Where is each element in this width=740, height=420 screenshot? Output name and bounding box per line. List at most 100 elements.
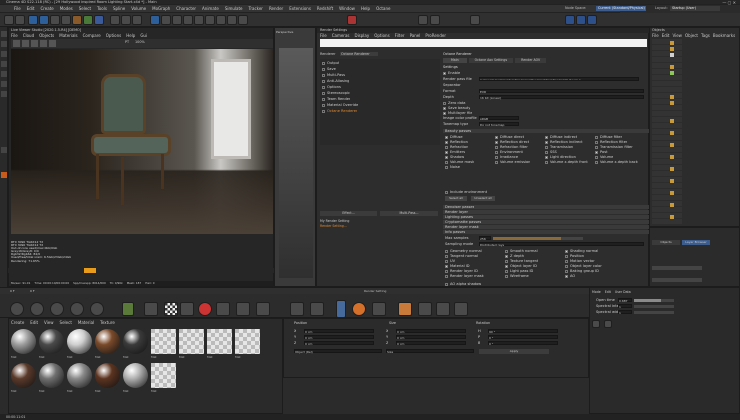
object-tag[interactable]	[670, 203, 674, 207]
menu-spline[interactable]: Spline	[113, 5, 125, 12]
tree-output[interactable]: Output	[322, 61, 339, 65]
pass-diffuse[interactable]: Diffuse	[445, 135, 463, 139]
info-z-depth[interactable]: Z depth	[505, 254, 524, 258]
material-thumbnail[interactable]	[235, 329, 260, 354]
lv-menu-help[interactable]: Help	[126, 33, 135, 38]
lv-menu-materials[interactable]: Materials	[59, 33, 77, 38]
model-mode-icon[interactable]	[1, 41, 7, 47]
play-forward-icon[interactable]	[90, 302, 104, 316]
render-layer-mask-section[interactable]: Render layer mask	[443, 225, 653, 229]
denoiser-section[interactable]: Denoiser passes	[443, 205, 653, 209]
pass-reflection-direct[interactable]: Reflection direct	[495, 140, 529, 144]
render-picture-viewer-icon[interactable]	[121, 15, 131, 25]
hdri-icon[interactable]	[236, 302, 250, 316]
menu-mograph[interactable]: MoGraph	[152, 5, 170, 12]
mat-menu-create[interactable]: Create	[11, 320, 24, 325]
tool-icon[interactable]	[398, 302, 412, 316]
camera-icon[interactable]	[227, 15, 237, 25]
record-icon[interactable]	[10, 302, 24, 316]
tool-icon[interactable]	[418, 302, 432, 316]
spline-pen-icon[interactable]	[161, 15, 171, 25]
info-smooth-normal[interactable]: Smooth normal	[505, 249, 538, 253]
pass-refraction-filter[interactable]: Refraction filter	[495, 145, 528, 149]
mat-menu-texture[interactable]: Texture	[100, 320, 115, 325]
pass-transmission-filter[interactable]: Transmission filter	[595, 145, 633, 149]
tab-aov-settings[interactable]: Octane Aov Settings	[468, 58, 514, 63]
axis-y-icon[interactable]	[83, 15, 93, 25]
mat-menu-material[interactable]: Material	[78, 320, 94, 325]
material-thumbnail[interactable]	[123, 363, 148, 388]
render-pass-file-input[interactable]: C:\Users\User\Desktop\Rendering\RoomLigh…	[479, 77, 639, 81]
material-thumbnail[interactable]	[151, 363, 176, 388]
pause-icon[interactable]	[22, 40, 29, 47]
object-tag[interactable]	[670, 215, 674, 219]
layout-select[interactable]: Startup (User)	[670, 6, 720, 11]
render-settings-icon[interactable]	[132, 15, 142, 25]
pass-volume[interactable]: Volume	[595, 155, 613, 159]
attr-spectral-width-value[interactable]: 1	[618, 310, 632, 315]
attr-open-time-slider[interactable]	[634, 299, 674, 302]
octane-logo-icon[interactable]	[198, 302, 212, 316]
attr-spectral-intensity-slider[interactable]	[634, 305, 674, 308]
select-all-button[interactable]: Select all	[445, 196, 467, 201]
coord-value-field[interactable]: 0 cm	[304, 335, 374, 340]
tool-icon[interactable]	[454, 302, 468, 316]
octane-mode-icon[interactable]	[1, 172, 7, 178]
menu-animate[interactable]: Animate	[202, 5, 219, 12]
lighting-section[interactable]: Lighting passes	[443, 215, 653, 219]
material-thumbnail[interactable]	[95, 329, 120, 354]
window-controls[interactable]: — ▢ ✕	[722, 0, 736, 5]
menu-octane[interactable]: Octane	[376, 5, 390, 12]
pass-refraction[interactable]: Refraction	[445, 145, 468, 149]
rotate-icon[interactable]	[61, 15, 71, 25]
material-thumbnail[interactable]	[207, 329, 232, 354]
timeline-current[interactable]: 0 F	[30, 289, 35, 293]
menu-file[interactable]: File	[14, 5, 21, 12]
coord-value-field[interactable]: 90 °	[488, 329, 558, 334]
mat-menu-view[interactable]: View	[44, 320, 54, 325]
lv-menu-gui[interactable]: Gui	[140, 33, 147, 38]
material-thumbnail[interactable]	[11, 363, 36, 388]
layer-browser-tab[interactable]: Layer Browser	[682, 240, 710, 245]
info-geometry-normal[interactable]: Geometry normal	[445, 249, 482, 253]
material-thumbnail[interactable]	[67, 363, 92, 388]
menu-window[interactable]: Window	[339, 5, 355, 12]
depth-select[interactable]: 16 bit (Linear)	[479, 95, 644, 100]
object-tag[interactable]	[670, 167, 674, 171]
make-editable-icon[interactable]	[1, 31, 7, 37]
menu-edit[interactable]: Edit	[27, 5, 35, 12]
pass-volume-z-front[interactable]: Volume z-depth front	[545, 160, 588, 164]
tree-team-render[interactable]: Team Render	[322, 97, 350, 101]
coord-value-field[interactable]: 0 °	[488, 341, 558, 346]
enable-row[interactable]: Enable	[443, 71, 460, 75]
prev-frame-icon[interactable]	[70, 302, 84, 316]
tool-icon[interactable]	[372, 302, 386, 316]
deformer-icon[interactable]	[205, 15, 215, 25]
material-thumbnail[interactable]	[67, 329, 92, 354]
obj-menu-tags[interactable]: Tags	[701, 33, 710, 38]
menu-tracker[interactable]: Tracker	[249, 5, 263, 12]
obj-menu-edit[interactable]: Edit	[662, 33, 670, 38]
pass-volume-emission[interactable]: Volume emission	[495, 160, 530, 164]
my-render-setting[interactable]: My Render Setting	[320, 219, 438, 223]
timeline-start[interactable]: 0 F	[10, 289, 15, 293]
attr-slider[interactable]	[652, 266, 702, 270]
pass-reflection-filter[interactable]: Reflection filter	[595, 140, 627, 144]
menu-help[interactable]: Help	[361, 5, 370, 12]
material-thumbnail[interactable]	[179, 329, 204, 354]
object-tag[interactable]	[670, 101, 674, 105]
sampling-mode-select[interactable]: Distributed rays	[479, 242, 644, 247]
obj-menu-bookmarks[interactable]: Bookmarks	[713, 33, 735, 38]
object-tag[interactable]	[670, 119, 674, 123]
attr-open-time-value[interactable]: 0.687	[618, 298, 632, 303]
highlighted-tool-icon[interactable]	[336, 300, 346, 318]
render-image[interactable]	[11, 49, 273, 234]
extrude-icon[interactable]	[183, 15, 193, 25]
image-icon[interactable]	[256, 302, 270, 316]
multipass-button[interactable]: Multi-Pass...	[380, 211, 438, 216]
material-tool-icon[interactable]	[144, 302, 158, 316]
object-tag[interactable]	[670, 47, 674, 51]
lv-menu-objects[interactable]: Objects	[39, 33, 54, 38]
material-thumbnail[interactable]	[151, 329, 176, 354]
max-samples-input[interactable]: 256	[479, 236, 491, 241]
